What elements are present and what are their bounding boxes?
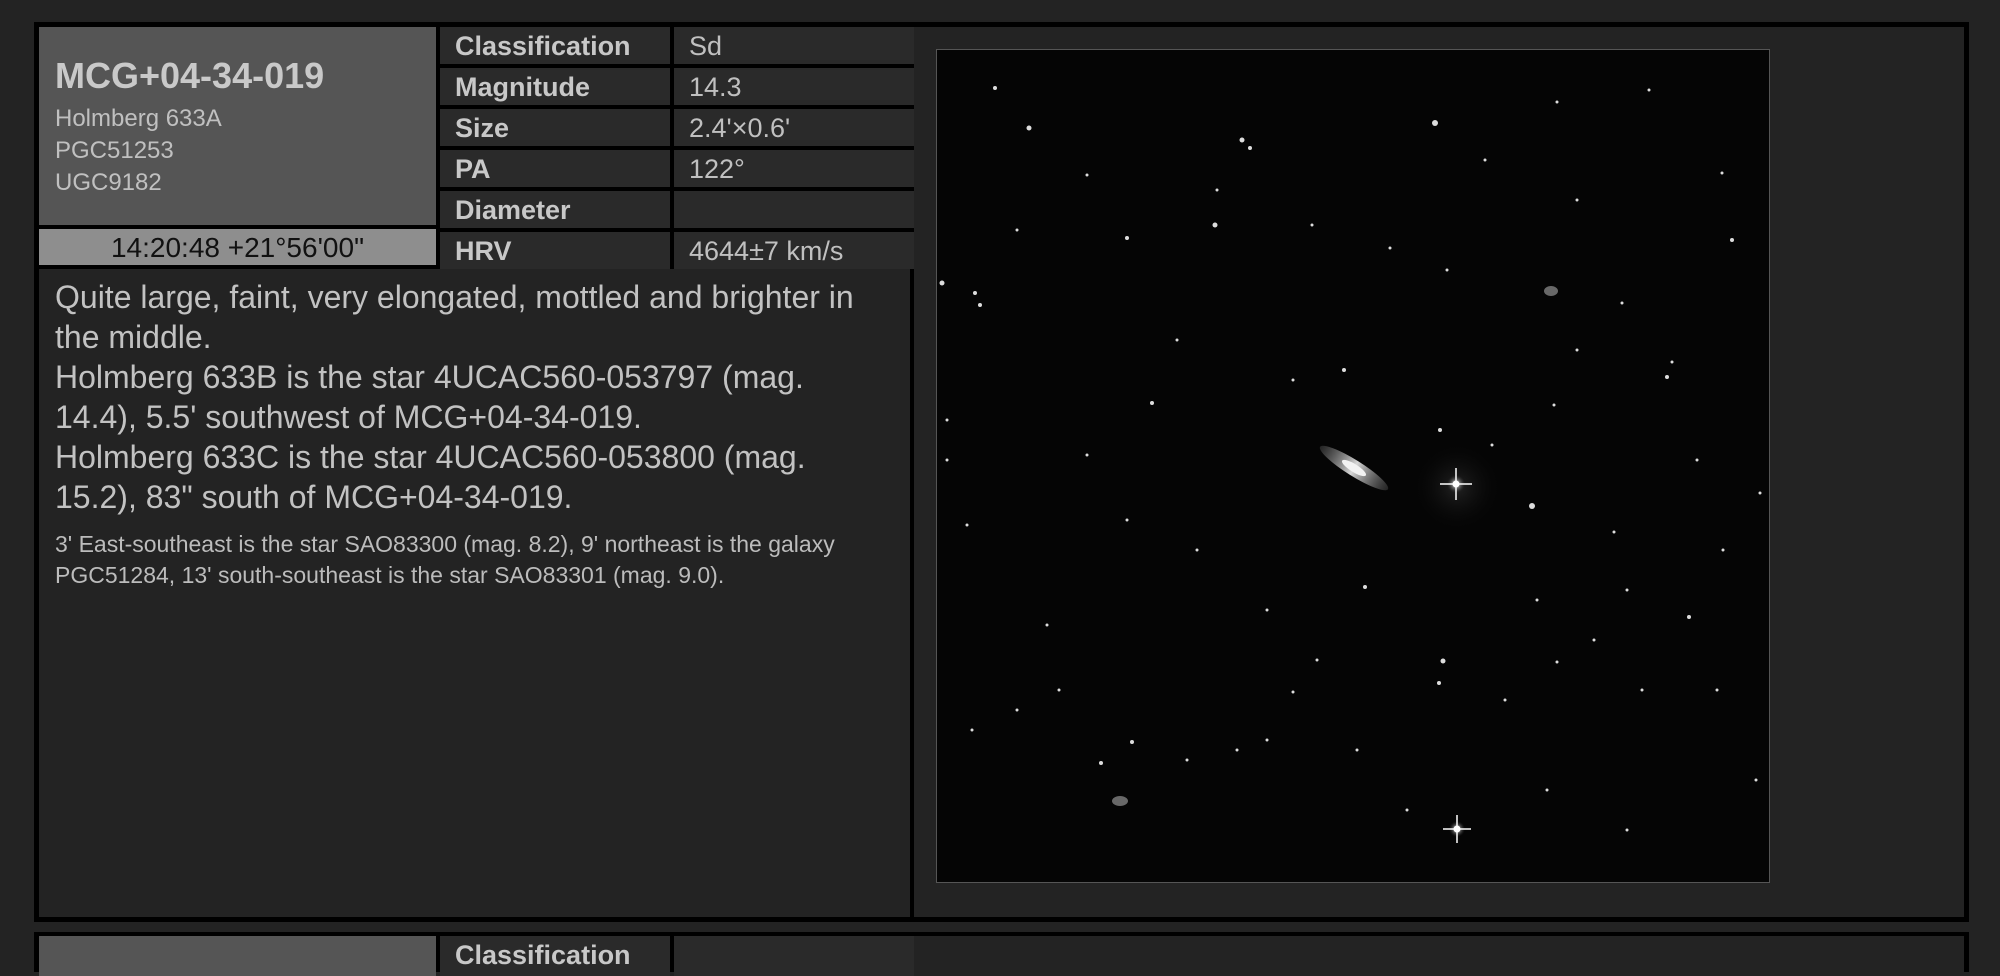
- property-value-pa: 122°: [674, 150, 940, 187]
- description-paragraph: Holmberg 633C is the star 4UCAC560-05380…: [55, 439, 806, 515]
- property-label-hrv: HRV: [440, 232, 670, 269]
- description-panel: Quite large, faint, very elongated, mott…: [39, 269, 910, 917]
- sky-image[interactable]: [936, 49, 1770, 883]
- next-property-label-classification: Classification: [440, 936, 670, 976]
- property-value-size: 2.4'×0.6': [674, 109, 940, 146]
- description-paragraph: Holmberg 633B is the star 4UCAC560-05379…: [55, 359, 804, 435]
- next-object-card: Classification: [34, 932, 1969, 976]
- object-card: MCG+04-34-019 Holmberg 633A PGC51253 UGC…: [34, 22, 1969, 922]
- object-alias: Holmberg 633A: [55, 105, 222, 132]
- property-label-size: Size: [440, 109, 670, 146]
- image-panel: [914, 27, 1964, 917]
- bright-star: [1443, 815, 1471, 843]
- next-property-value: [674, 936, 940, 976]
- next-image-panel: [914, 936, 1964, 976]
- description-note: 3' East-southeast is the star SAO83300 (…: [55, 531, 835, 588]
- coordinates: 14:20:48 +21°56'00": [39, 229, 436, 265]
- description-paragraph: Quite large, faint, very elongated, mott…: [55, 279, 854, 355]
- property-value-diameter: [674, 191, 940, 228]
- object-alias: PGC51253: [55, 137, 174, 164]
- background-galaxy: [1112, 796, 1128, 806]
- property-value-classification: Sd: [674, 27, 940, 64]
- object-title: MCG+04-34-019: [55, 55, 325, 96]
- background-galaxy: [1544, 286, 1558, 296]
- property-label-classification: Classification: [440, 27, 670, 64]
- next-object-name-panel: [39, 936, 436, 976]
- property-label-pa: PA: [440, 150, 670, 187]
- property-label-magnitude: Magnitude: [440, 68, 670, 105]
- object-name-panel: MCG+04-34-019 Holmberg 633A PGC51253 UGC…: [39, 27, 436, 225]
- property-label-diameter: Diameter: [440, 191, 670, 228]
- property-value-hrv: 4644±7 km/s: [674, 232, 940, 269]
- property-value-magnitude: 14.3: [674, 68, 940, 105]
- target-galaxy: [1319, 445, 1389, 491]
- object-alias: UGC9182: [55, 169, 162, 196]
